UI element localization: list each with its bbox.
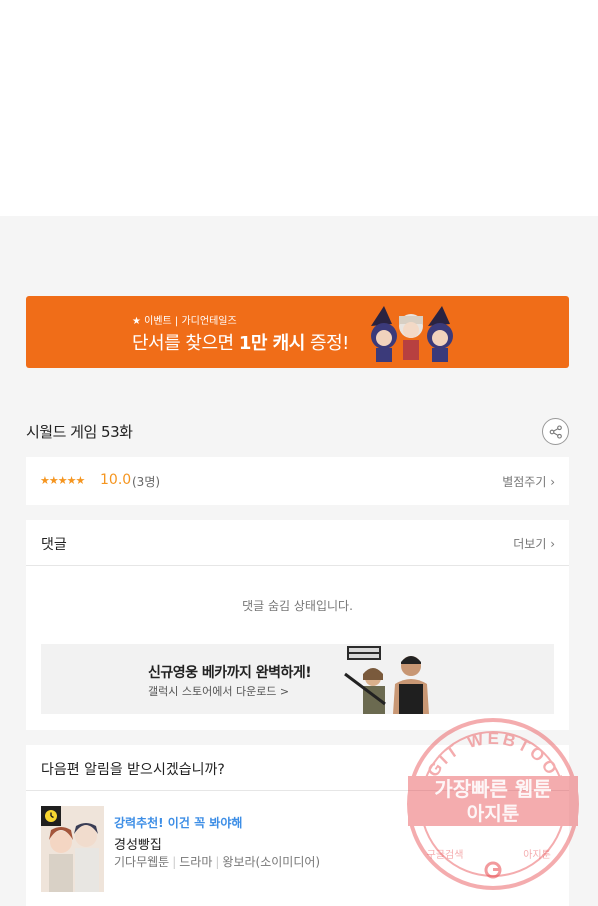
rate-button[interactable]: 별점주기 › xyxy=(502,473,555,490)
google-logo-icon xyxy=(484,861,502,879)
rating-count: (3명) xyxy=(132,475,161,489)
comment-header: 댓글 더보기 › xyxy=(26,520,569,566)
episode-title: 시월드 게임 53화 xyxy=(26,423,133,441)
recommend-meta: 기다무웹툰 | 드라마 | 왕보라(소이미디어) xyxy=(114,855,321,869)
comment-hidden-message: 댓글 숨김 상태입니다. xyxy=(242,599,353,613)
comment-title: 댓글 xyxy=(41,537,67,553)
empty-content-area xyxy=(0,0,598,216)
rating-card: ★★★★★ 10.0 (3명) 별점주기 › xyxy=(26,457,569,505)
notify-question: 다음편 알림을 받으시겠습니까? xyxy=(41,762,225,778)
comment-section: 댓글 더보기 › 댓글 숨김 상태입니다. 신규영웅 베카까지 완벽하게! 갤럭… xyxy=(26,520,569,730)
rating-score: 10.0 xyxy=(100,472,132,488)
agittoon-watermark-stamp: AGIT WEBTOON 가장빠른 웹툰 아지툰 구글검색 아지툰 xyxy=(407,718,579,890)
star-rating-icon: ★★★★★ xyxy=(40,474,85,487)
wait-free-badge xyxy=(41,806,61,826)
clock-icon xyxy=(45,810,57,822)
recommend-tag: 강력추천! 이건 꼭 봐야해 xyxy=(114,816,243,830)
watermark-line2: 아지툰 xyxy=(467,803,519,825)
ad-characters-image xyxy=(344,646,429,714)
share-icon xyxy=(549,424,562,439)
share-button[interactable] xyxy=(542,418,569,445)
ad-title: 신규영웅 베카까지 완벽하게! xyxy=(148,665,312,681)
comment-more-link[interactable]: 더보기 › xyxy=(513,535,555,552)
event-banner[interactable]: ★ 이벤트 | 가디언테일즈 단서를 찾으면 1만 캐시 증정! xyxy=(26,296,569,368)
recommend-title[interactable]: 경성빵집 xyxy=(114,834,162,853)
banner-headline: 단서를 찾으면 1만 캐시 증정! xyxy=(132,333,349,354)
banner-event-label: ★ 이벤트 | 가디언테일즈 xyxy=(132,316,237,327)
ad-subtitle: 갤럭시 스토어에서 다운로드 > xyxy=(148,685,290,698)
watermark-bottom-right: 아지툰 xyxy=(523,849,551,861)
recommend-thumbnail[interactable] xyxy=(41,806,104,892)
watermark-line1: 가장빠른 웹툰 xyxy=(434,777,551,801)
banner-characters-image xyxy=(371,306,453,362)
game-ad-banner[interactable]: 신규영웅 베카까지 완벽하게! 갤럭시 스토어에서 다운로드 > xyxy=(41,644,554,714)
watermark-bottom-left: 구글검색 xyxy=(427,849,464,861)
